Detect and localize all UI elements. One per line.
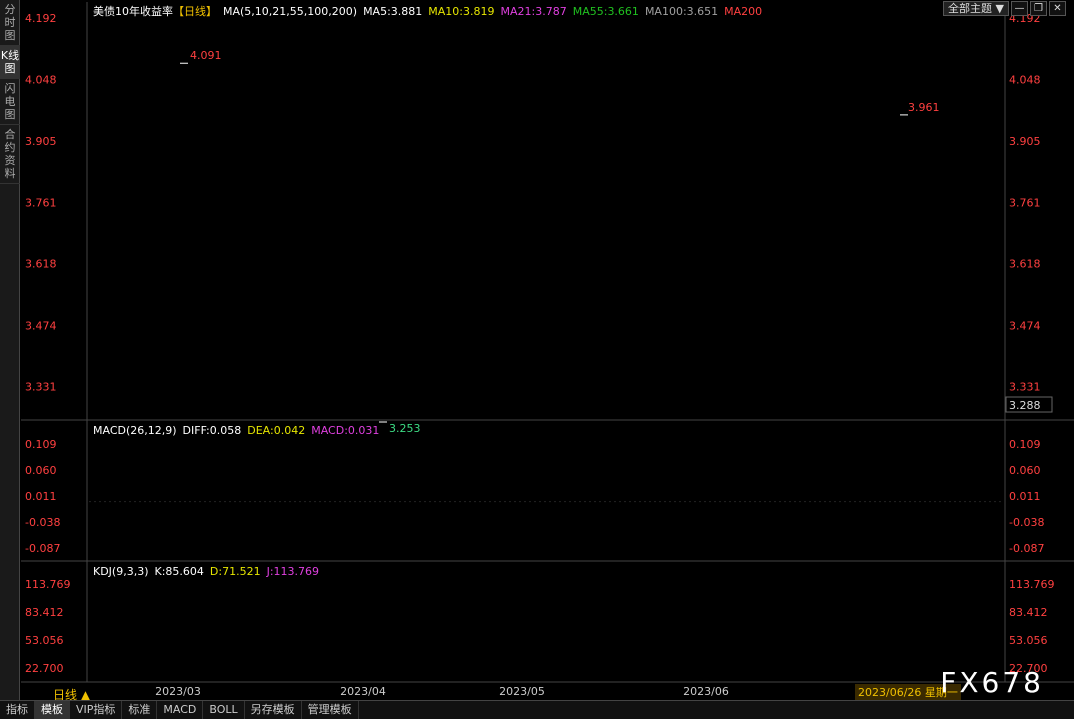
x-tick-label: 2023/04: [340, 685, 386, 698]
macd-title: MACD(26,12,9): [93, 424, 177, 437]
theme-select[interactable]: 全部主题 ▼: [943, 1, 1009, 16]
tab-manage-template[interactable]: 管理模板: [302, 701, 359, 719]
macd-value: MACD:0.031: [311, 424, 380, 437]
macd-tick-left: 0.109: [25, 438, 57, 451]
window-controls: 全部主题 ▼ — ❐ ✕: [943, 1, 1066, 16]
price-tick-left: 3.618: [25, 258, 57, 271]
low-label: 3.253: [389, 422, 421, 435]
last-price-tick: 3.288: [1009, 399, 1041, 412]
period-tag: 【日线】: [173, 5, 217, 18]
kdj-legend: KDJ(9,3,3) K:85.604 D:71.521 J:113.769: [93, 565, 319, 578]
minimize-icon[interactable]: —: [1011, 1, 1028, 16]
macd-legend: MACD(26,12,9) DIFF:0.058 DEA:0.042 MACD:…: [93, 424, 379, 437]
kdj-tick-right: 83.412: [1009, 606, 1048, 619]
macd-tick-left: -0.038: [25, 516, 60, 529]
kdj-d: D:71.521: [209, 565, 261, 578]
price-tick-right: 3.618: [1009, 258, 1041, 271]
macd-tick-left: -0.087: [25, 542, 60, 555]
price-tick-right: 3.474: [1009, 319, 1041, 332]
x-tick-label: 2023/06: [683, 685, 729, 698]
price-tick-right: 3.331: [1009, 381, 1041, 394]
kdj-k: K:85.604: [154, 565, 204, 578]
price-tick-left: 3.905: [25, 135, 57, 148]
macd-tick-right: 0.060: [1009, 464, 1041, 477]
macd-tick-right: -0.087: [1009, 542, 1044, 555]
kdj-title: KDJ(9,3,3): [93, 565, 149, 578]
macd-dea: DEA:0.042: [247, 424, 306, 437]
macd-tick-left: 0.060: [25, 464, 57, 477]
chart-area[interactable]: 4.192 4.192 4.048 4.048 3.905 3.905 3.761 3.761…: [21, 0, 1074, 702]
tab-time-chart[interactable]: 分时图: [0, 0, 20, 46]
ma21-value: MA21:3.787: [500, 4, 567, 18]
brand-watermark: FX678: [940, 666, 1044, 699]
high-label: 4.091: [190, 49, 222, 62]
macd-tick-left: 0.011: [25, 490, 57, 503]
kdj-tick-left: 113.769: [25, 578, 71, 591]
price-tick-left: 3.331: [25, 381, 57, 394]
kdj-tick-left: 83.412: [25, 606, 64, 619]
tab-standard[interactable]: 标准: [122, 701, 158, 719]
tab-contract-info[interactable]: 合约资料: [0, 125, 20, 184]
x-tick-label: 2023/05: [499, 685, 545, 698]
price-tick-left: 4.048: [25, 74, 57, 87]
price-tick-right: 4.048: [1009, 74, 1041, 87]
macd-tick-right: 0.109: [1009, 438, 1041, 451]
main-legend: 美债10年收益率 【日线】 MA(5,10,21,55,100,200) MA5…: [93, 3, 762, 19]
ma5-value: MA5:3.881: [363, 4, 423, 18]
macd-diff: DIFF:0.058: [182, 424, 242, 437]
macd-tick-right: 0.011: [1009, 490, 1041, 503]
bottom-toolbar: 指标 模板 VIP指标 标准 MACD BOLL 另存模板 管理模板: [0, 700, 1074, 719]
kdj-tick-right: 53.056: [1009, 634, 1048, 647]
tab-flash-chart[interactable]: 闪电图: [0, 79, 20, 125]
last-label: 3.961: [908, 101, 940, 114]
ma200-value: MA200: [724, 4, 763, 18]
tab-vip-indicator[interactable]: VIP指标: [70, 701, 123, 719]
tab-save-template[interactable]: 另存模板: [245, 701, 302, 719]
ma55-value: MA55:3.661: [572, 4, 639, 18]
kdj-tick-right: 113.769: [1009, 578, 1055, 591]
symbol-title: 美债10年收益率: [93, 5, 173, 18]
price-tick-left: 3.474: [25, 319, 57, 332]
ma-params: MA(5,10,21,55,100,200): [223, 4, 358, 18]
kdj-tick-left: 53.056: [25, 634, 64, 647]
kdj-j: J:113.769: [266, 565, 320, 578]
tab-indicator[interactable]: 指标: [0, 701, 35, 719]
ma100-value: MA100:3.651: [644, 4, 719, 18]
tab-macd[interactable]: MACD: [157, 701, 204, 719]
macd-tick-right: -0.038: [1009, 516, 1044, 529]
price-tick-right: 3.905: [1009, 135, 1041, 148]
kdj-tick-left: 22.700: [25, 662, 64, 675]
x-tick-label: 2023/03: [155, 685, 201, 698]
price-tick-left: 4.192: [25, 12, 57, 25]
left-tab-bar: 分时图 K线图 闪电图 合约资料: [0, 0, 20, 700]
tab-k-chart[interactable]: K线图: [0, 46, 20, 79]
price-chart[interactable]: 4.192 4.1924.048 4.0483.905 3.9053.761 3.761…: [21, 0, 1074, 700]
tab-template[interactable]: 模板: [35, 701, 70, 719]
restore-icon[interactable]: ❐: [1030, 1, 1047, 16]
price-tick-right: 3.761: [1009, 197, 1041, 210]
close-icon[interactable]: ✕: [1049, 1, 1066, 16]
price-tick-left: 3.761: [25, 197, 57, 210]
tab-boll[interactable]: BOLL: [203, 701, 245, 719]
ma10-value: MA10:3.819: [428, 4, 495, 18]
